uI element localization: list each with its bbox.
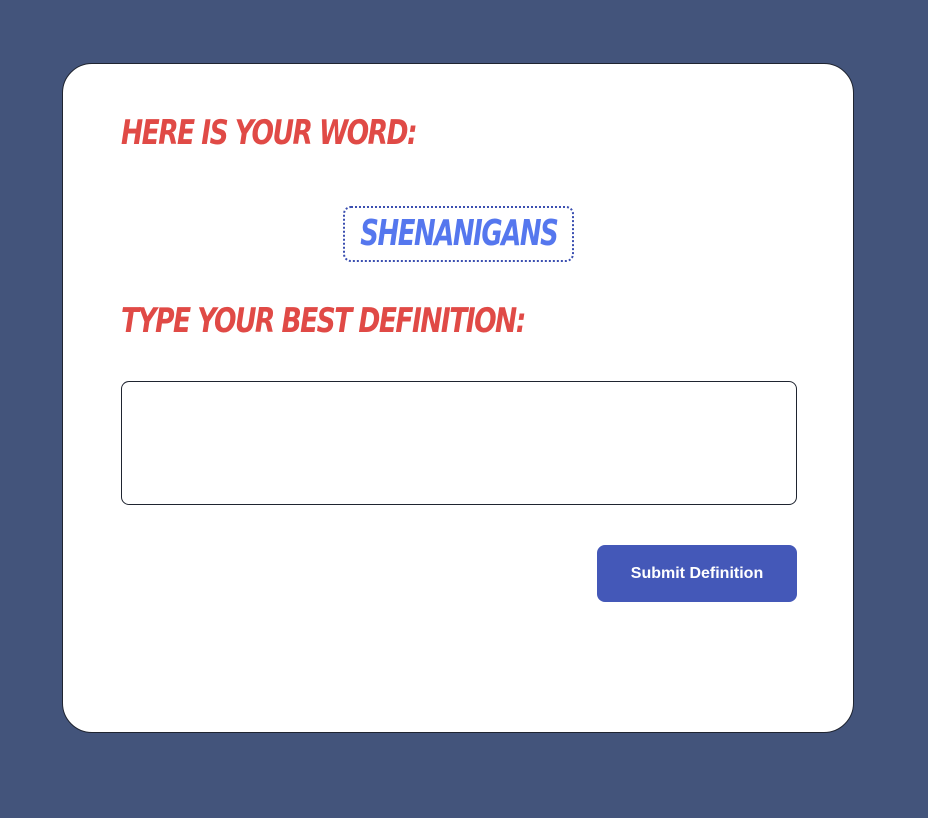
word-display: Shenanigans (343, 206, 574, 262)
word-heading: Here is your word: (121, 113, 418, 153)
definition-input[interactable] (121, 381, 797, 505)
definition-heading: Type your best definition: (121, 301, 526, 341)
word-text: Shenanigans (359, 213, 558, 254)
game-card: Here is your word: Shenanigans Type your… (62, 63, 854, 733)
submit-definition-button[interactable]: Submit Definition (597, 545, 797, 602)
